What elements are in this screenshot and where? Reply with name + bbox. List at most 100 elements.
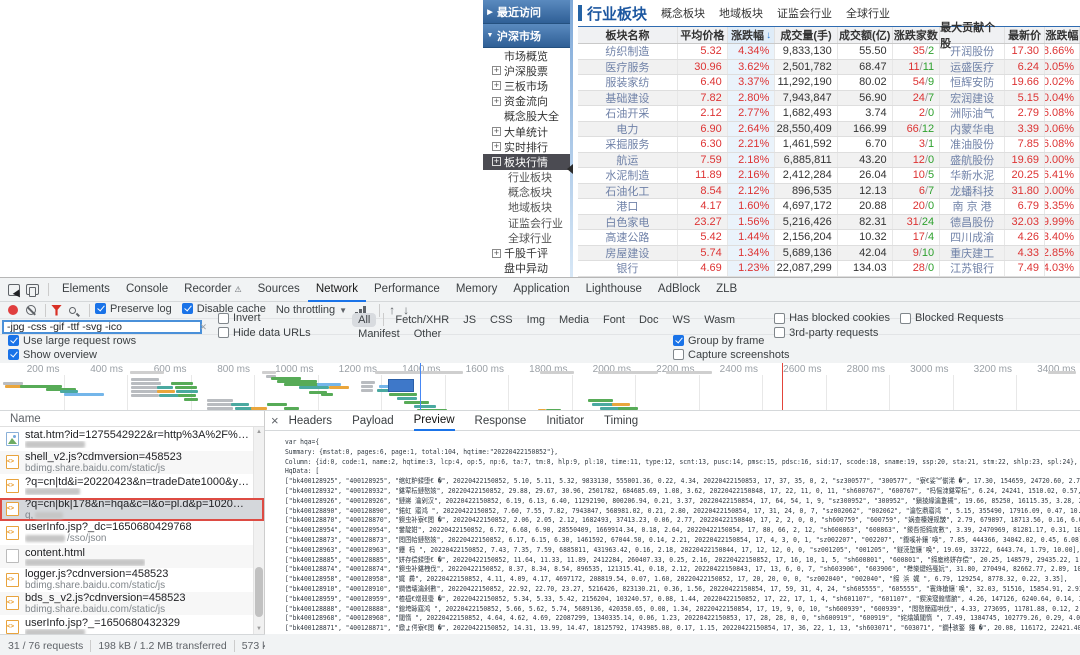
filter-type-media[interactable]: Media [553, 313, 595, 327]
sector-link[interactable]: 石油化工 [605, 184, 649, 199]
device-toolbar-icon[interactable] [26, 284, 39, 295]
column-header[interactable]: 平均价格 [678, 27, 728, 43]
sidebar-item-概念板块[interactable]: 概念板块 [483, 185, 573, 200]
close-icon[interactable]: × [271, 413, 279, 428]
expand-icon[interactable]: + [492, 81, 501, 90]
request-list-name-header[interactable]: Name [0, 411, 264, 427]
column-header[interactable]: 最新价 [1005, 27, 1045, 43]
devtools-tab-elements[interactable]: Elements [54, 277, 118, 301]
checkbox-preserve-log[interactable]: Preserve log [95, 303, 172, 315]
checkbox-icon[interactable] [900, 313, 911, 324]
sector-link[interactable]: 医疗服务 [605, 60, 649, 75]
sector-link[interactable]: 高速公路 [605, 230, 649, 245]
devtools-tab-adblock[interactable]: AdBlock [650, 277, 708, 301]
sector-link[interactable]: 房屋建设 [605, 246, 649, 261]
checkbox-has-blocked-cookies[interactable]: Has blocked cookies [774, 312, 890, 324]
table-row[interactable]: 电力6.902.64%28,550,409166.9966/12内蒙华电3.39… [578, 122, 1080, 138]
sector-link[interactable]: 电力 [616, 122, 638, 137]
checkbox-use-large-request-rows[interactable]: Use large request rows [8, 335, 136, 347]
sidebar-item-三板市场[interactable]: +三板市场 [483, 78, 573, 93]
stock-link[interactable]: 华新水泥 [950, 168, 994, 183]
request-list-scrollbar[interactable]: ▲ ▼ [253, 427, 264, 634]
devtools-tab-network[interactable]: Network [308, 278, 366, 302]
sector-link[interactable]: 纺织制造 [605, 44, 649, 59]
table-row[interactable]: 纺织制造5.324.34%9,833,13055.5035/2开润股份17.30… [578, 44, 1080, 60]
search-icon[interactable] [69, 307, 76, 314]
column-header[interactable]: 最大贡献个股 [940, 27, 1005, 43]
table-row[interactable]: 采掘服务6.302.21%1,461,5926.703/1准油股份7.856.0… [578, 137, 1080, 153]
sidebar-item-盘中异动[interactable]: 盘中异动 [483, 261, 573, 276]
table-row[interactable]: 基础建设7.822.80%7,943,84756.9024/7宏润建设5.151… [578, 91, 1080, 107]
detail-tab-initiator[interactable]: Initiator [546, 411, 584, 431]
checkbox-group-by-frame[interactable]: Group by frame [673, 335, 764, 347]
request-row[interactable]: userInfo.jsp?_dc=1650680429768/sso/json [0, 521, 264, 545]
expand-icon[interactable]: + [492, 66, 501, 75]
table-row[interactable]: 高速公路5.421.44%2,156,20410.3217/4四川成渝4.263… [578, 230, 1080, 246]
devtools-tab-recorder[interactable]: Recorder⚠ [176, 277, 249, 301]
request-row[interactable]: shell_v2.js?cdmversion=458523bdimg.share… [0, 451, 264, 475]
checkbox-show-overview[interactable]: Show overview [8, 349, 97, 361]
scroll-up-icon[interactable]: ▲ [254, 429, 264, 435]
sector-link[interactable]: 基础建设 [605, 91, 649, 106]
column-header[interactable]: 成交量(手) [775, 27, 837, 43]
sidebar-item-证监会行业[interactable]: 证监会行业 [483, 215, 573, 230]
request-row[interactable]: content.html [0, 545, 264, 569]
filter-type-doc[interactable]: Doc [633, 313, 665, 327]
stock-link[interactable]: 洲际油气 [950, 106, 994, 121]
expand-icon[interactable]: + [492, 127, 501, 136]
filter-type-all[interactable]: All [352, 313, 376, 327]
sector-link[interactable]: 港口 [616, 199, 638, 214]
stock-link[interactable]: 恒辉安防 [950, 75, 994, 90]
sector-link[interactable]: 航运 [616, 153, 638, 168]
scroll-down-icon[interactable]: ▼ [254, 626, 264, 632]
filter-type-font[interactable]: Font [597, 313, 631, 327]
table-row[interactable]: 港口4.171.60%4,697,17220.8820/0南 京 港6.793.… [578, 199, 1080, 215]
request-row[interactable]: logger.js?cdnversion=458523bdimg.share.b… [0, 568, 264, 592]
sidebar-item-沪深股票[interactable]: +沪深股票 [483, 63, 573, 78]
sector-link[interactable]: 服装家纺 [605, 75, 649, 90]
board-tab-全球行业[interactable]: 全球行业 [846, 8, 890, 20]
stock-link[interactable]: 德昌股份 [950, 215, 994, 230]
inspect-element-icon[interactable] [8, 284, 20, 296]
devtools-tab-memory[interactable]: Memory [448, 277, 506, 301]
sector-link[interactable]: 采掘服务 [605, 137, 649, 152]
table-row[interactable]: 白色家电23.271.56%5,216,42682.3131/24德昌股份32.… [578, 215, 1080, 231]
checkbox-invert[interactable]: Invert [218, 312, 261, 324]
board-tab-证监会行业[interactable]: 证监会行业 [777, 8, 832, 20]
expand-icon[interactable]: + [492, 249, 501, 258]
board-tab-地域板块[interactable]: 地域板块 [719, 8, 763, 20]
checkbox-icon[interactable] [673, 349, 684, 360]
checkbox-icon[interactable] [673, 335, 684, 346]
column-header[interactable]: 涨跌幅 [1045, 27, 1080, 43]
filter-type-ws[interactable]: WS [667, 313, 697, 327]
stock-link[interactable]: 准油股份 [950, 137, 994, 152]
stock-link[interactable]: 四川成渝 [950, 230, 994, 245]
column-header[interactable]: 涨跌幅↓ [728, 27, 775, 43]
sidebar-section-header[interactable]: ▼沪深市场 [483, 24, 573, 48]
detail-tab-payload[interactable]: Payload [352, 411, 394, 431]
detail-tab-preview[interactable]: Preview [414, 411, 455, 431]
board-tab-概念板块[interactable]: 概念板块 [661, 8, 705, 20]
checkbox-icon[interactable] [8, 349, 19, 360]
sidebar-item-地域板块[interactable]: 地域板块 [483, 200, 573, 215]
sector-link[interactable]: 白色家电 [605, 215, 649, 230]
stock-link[interactable]: 宏润建设 [950, 91, 994, 106]
stock-link[interactable]: 南 京 港 [953, 199, 992, 214]
sidebar-item-全球行业[interactable]: 全球行业 [483, 230, 573, 245]
table-row[interactable]: 石油开采2.122.77%1,682,4933.742/0洲际油气2.796.0… [578, 106, 1080, 122]
request-row[interactable]: ?q=cn|bk|178&n=hqa&c=l&o=pl.d&p=1020&_dc… [0, 498, 264, 522]
sector-link[interactable]: 石油开采 [605, 106, 649, 121]
devtools-tab-lighthouse[interactable]: Lighthouse [578, 277, 650, 301]
preview-content[interactable]: var hqa={Summary: {mstat:0, pages:6, pag… [265, 432, 1080, 634]
table-row[interactable]: 服装家纺6.403.37%11,292,19080.0254/9恒辉安防19.6… [578, 75, 1080, 91]
checkbox-icon[interactable] [182, 303, 193, 314]
sidebar-item-资金流向[interactable]: +资金流向 [483, 94, 573, 109]
checkbox-icon[interactable] [8, 335, 19, 346]
request-row[interactable]: userInfo.jsp?_=1650680432329 [0, 615, 264, 634]
devtools-tab-application[interactable]: Application [505, 277, 577, 301]
request-row[interactable]: ?q=cn|td&i=20220423&n=tradeDate1000&y=td… [0, 474, 264, 498]
request-row[interactable]: bds_s_v2.js?cdnversion=458523bdimg.share… [0, 592, 264, 616]
stock-link[interactable]: 龙蟠科技 [950, 184, 994, 199]
sidebar-item-板块行情[interactable]: +板块行情 [483, 154, 573, 169]
checkbox-icon[interactable] [774, 313, 785, 324]
